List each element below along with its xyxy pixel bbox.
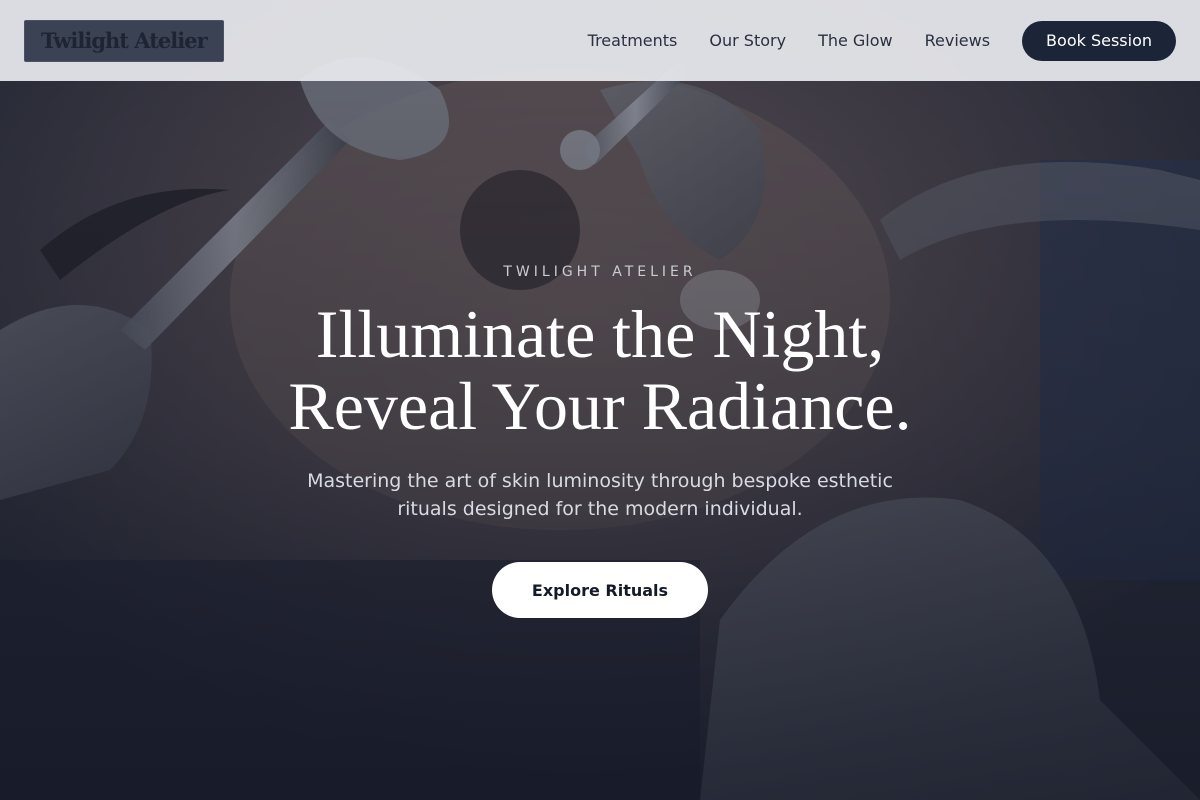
hero-headline: Illuminate the Night, Reveal Your Radian…	[0, 298, 1200, 442]
hero-headline-line-1: Illuminate the Night,	[315, 296, 885, 372]
nav-link-the-glow[interactable]: The Glow	[818, 31, 893, 50]
nav-right: Treatments Our Story The Glow Reviews Bo…	[588, 20, 1176, 61]
explore-rituals-button[interactable]: Explore Rituals	[492, 562, 708, 618]
brand-logo[interactable]: Twilight Atelier	[24, 19, 224, 62]
nav-links: Treatments Our Story The Glow Reviews	[588, 31, 990, 50]
nav-link-reviews[interactable]: Reviews	[925, 31, 990, 50]
nav-link-our-story[interactable]: Our Story	[709, 31, 786, 50]
hero-eyebrow: TWILIGHT ATELIER	[503, 264, 697, 280]
hero-section: TWILIGHT ATELIER Illuminate the Night, R…	[0, 0, 1200, 800]
hero-subtitle: Mastering the art of skin luminosity thr…	[307, 470, 893, 520]
book-session-button[interactable]: Book Session	[1022, 20, 1176, 61]
landing-page: Twilight Atelier Treatments Our Story Th…	[0, 0, 1200, 800]
navbar: Twilight Atelier Treatments Our Story Th…	[0, 0, 1200, 81]
nav-link-treatments[interactable]: Treatments	[588, 31, 678, 50]
hero-headline-line-2: Reveal Your Radiance.	[288, 368, 912, 444]
